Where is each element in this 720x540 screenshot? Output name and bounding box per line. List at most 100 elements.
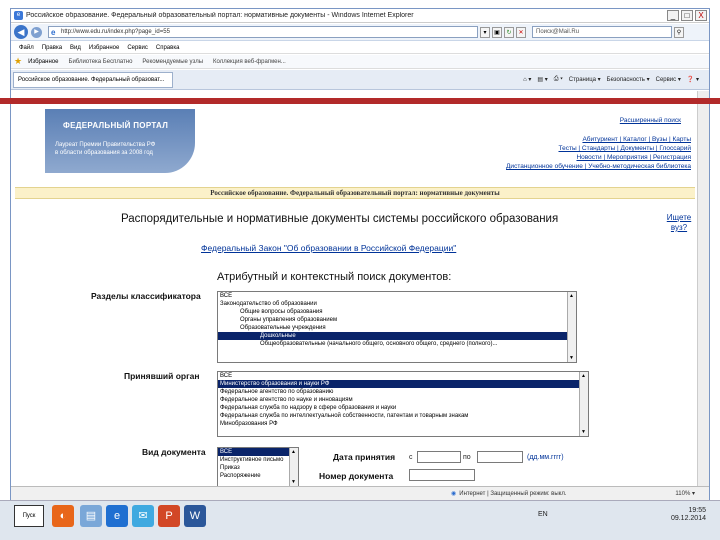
- system-clock[interactable]: 19:55 09.12.2014: [671, 507, 706, 523]
- address-bar: ◀ ▶ http://www.edu.ru/index.php?page_id=…: [11, 24, 709, 41]
- org-option[interactable]: Федеральное агентство по образованию: [218, 388, 588, 396]
- favorites-item-webslices[interactable]: Коллекция веб-фрагмен...: [213, 59, 286, 65]
- back-button[interactable]: ◀: [14, 25, 28, 39]
- classifier-label: Разделы классификатора: [91, 291, 201, 301]
- window-title: Российское образование. Федеральный обра…: [26, 12, 414, 19]
- portal-nav-links: Абитуриент | Каталог | Вузы | Карты Тест…: [506, 135, 691, 171]
- favorites-item-suggested[interactable]: Рекомендуемые узлы: [142, 59, 203, 65]
- org-option[interactable]: ВСЕ: [218, 372, 588, 380]
- doctype-option[interactable]: Распоряжение: [218, 472, 298, 480]
- print-icon[interactable]: ⎙ ▾: [554, 76, 563, 83]
- docnum-label: Номер документа: [319, 471, 394, 481]
- education-law-link[interactable]: Федеральный Закон "Об образовании в Росс…: [201, 243, 456, 253]
- menu-tools[interactable]: Сервис: [127, 45, 148, 51]
- url-dropdown-button[interactable]: ▾: [480, 26, 490, 38]
- menu-view[interactable]: Вид: [70, 45, 81, 51]
- ie-taskbar-icon[interactable]: e: [106, 505, 128, 527]
- close-button[interactable]: X: [695, 10, 707, 21]
- help-menu[interactable]: ❓ ▾: [687, 76, 699, 83]
- classifier-option[interactable]: Общие вопросы образования: [218, 308, 576, 316]
- portal-logo[interactable]: ФЕДЕРАЛЬНЫЙ ПОРТАЛ Лауреат Премии Правит…: [45, 109, 195, 173]
- compat-view-icon[interactable]: ▣: [492, 26, 502, 38]
- classifier-option[interactable]: Законодательство об образовании: [218, 300, 576, 308]
- title-bar: e Российское образование. Федеральный об…: [11, 9, 709, 23]
- page-scrollbar[interactable]: [697, 91, 709, 486]
- classifier-option[interactable]: Образовательные учреждения: [218, 324, 576, 332]
- menu-help[interactable]: Справка: [156, 45, 180, 51]
- favorites-star-icon: ★: [14, 56, 23, 66]
- menu-bar: Файл Правка Вид Избранное Сервис Справка: [11, 42, 709, 54]
- safety-menu[interactable]: Безопасность ▾: [607, 76, 650, 83]
- doctype-listbox[interactable]: ВСЕ Инструктивное письмо Приказ Распоряжени…: [217, 447, 299, 486]
- explorer-icon[interactable]: ▤: [80, 505, 102, 527]
- org-option[interactable]: Федеральная служба по интеллектуальной с…: [218, 412, 588, 420]
- classifier-scrollbar[interactable]: [567, 292, 576, 362]
- classifier-option[interactable]: Дошкольные: [218, 332, 576, 340]
- tab-bar: Российское образование. Федеральный обра…: [11, 70, 709, 90]
- globe-icon: ◉: [451, 491, 457, 497]
- doctype-option[interactable]: Инструктивное письмо: [218, 456, 298, 464]
- page-menu[interactable]: Страница ▾: [569, 76, 601, 83]
- classifier-option[interactable]: ВСЕ: [218, 292, 576, 300]
- org-option[interactable]: Федеральное агентство по науке и инновац…: [218, 396, 588, 404]
- search-icon[interactable]: ⚲: [674, 26, 684, 38]
- browser-window: e Российское образование. Федеральный об…: [10, 8, 710, 500]
- date-label: Дата принятия: [333, 452, 396, 462]
- nav-links-row-4[interactable]: Дистанционное обучение | Учебно-методиче…: [506, 163, 691, 170]
- firefox-icon[interactable]: ◐: [52, 505, 74, 527]
- org-option[interactable]: Министерство образования и науки РФ: [218, 380, 588, 388]
- search-section-title: Атрибутный и контекстный поиск документо…: [217, 271, 452, 283]
- zoom-level[interactable]: 110% ▾: [675, 490, 695, 497]
- maximize-button[interactable]: □: [681, 10, 693, 21]
- date-from-input[interactable]: [417, 451, 461, 463]
- portal-header: ФЕДЕРАЛЬНЫЙ ПОРТАЛ Лауреат Премии Правит…: [15, 105, 695, 183]
- favorites-item-library[interactable]: Библиотека Бесплатно: [69, 59, 133, 65]
- nav-links-row-2[interactable]: Тесты | Стандарты | Документы | Глоссари…: [559, 145, 692, 152]
- menu-file[interactable]: Файл: [19, 45, 34, 51]
- date-to-input[interactable]: [477, 451, 523, 463]
- favorites-button[interactable]: Избранное: [28, 59, 58, 65]
- stop-icon[interactable]: ✕: [516, 26, 526, 38]
- tab-current[interactable]: Российское образование. Федеральный обра…: [13, 71, 173, 88]
- slide-red-stripe: [0, 98, 720, 104]
- nav-links-row-1[interactable]: Абитуриент | Каталог | Вузы | Карты: [582, 136, 691, 143]
- doctype-option[interactable]: ВСЕ: [218, 448, 298, 456]
- tools-menu[interactable]: Сервис ▾: [656, 76, 681, 83]
- org-listbox[interactable]: ВСЕ Министерство образования и науки РФ Фе…: [217, 371, 589, 437]
- find-university-link[interactable]: Ищете вуз?: [661, 213, 697, 233]
- logo-subtitle-1: Лауреат Премии Правительства РФ: [55, 142, 156, 148]
- classifier-option[interactable]: Общеобразовательные (начального общего, …: [218, 340, 576, 348]
- language-indicator[interactable]: EN: [538, 511, 548, 518]
- refresh-icon[interactable]: ↻: [504, 26, 514, 38]
- doctype-option[interactable]: Приказ: [218, 464, 298, 472]
- menu-edit[interactable]: Правка: [42, 45, 62, 51]
- word-icon[interactable]: W: [184, 505, 206, 527]
- logo-subtitle-2: в области образования за 2008 год: [55, 150, 153, 156]
- classifier-listbox[interactable]: ВСЕ Законодательство об образовании Общие …: [217, 291, 577, 363]
- home-icon[interactable]: ⌂ ▾: [523, 76, 531, 83]
- doctype-scrollbar[interactable]: [289, 448, 298, 486]
- security-zone-status: Интернет | Защищенный режим: выкл.: [459, 490, 567, 497]
- feeds-icon[interactable]: ▤ ▾: [537, 76, 547, 83]
- clock-date: 09.12.2014: [670, 515, 706, 522]
- url-input[interactable]: http://www.edu.ru/index.php?page_id=55: [48, 26, 478, 38]
- org-scrollbar[interactable]: [579, 372, 588, 436]
- menu-favorites[interactable]: Избранное: [89, 45, 119, 51]
- thunderbird-icon[interactable]: ✉: [132, 505, 154, 527]
- powerpoint-icon[interactable]: P: [158, 505, 180, 527]
- minimize-button[interactable]: _: [667, 10, 679, 21]
- date-to-label: по: [463, 454, 471, 461]
- logo-title: ФЕДЕРАЛЬНЫЙ ПОРТАЛ: [63, 121, 169, 130]
- advanced-search-link[interactable]: Расширенный поиск: [620, 117, 681, 124]
- date-format-hint: (дд.мм.гггг): [527, 454, 564, 461]
- ie-icon: e: [14, 11, 23, 20]
- org-option[interactable]: Минобразования РФ: [218, 420, 588, 428]
- org-option[interactable]: Федеральная служба по надзору в сфере об…: [218, 404, 588, 412]
- docnum-input[interactable]: [409, 469, 475, 481]
- classifier-option[interactable]: Органы управления образованием: [218, 316, 576, 324]
- forward-button[interactable]: ▶: [31, 26, 42, 38]
- nav-links-row-3[interactable]: Новости | Мероприятия | Регистрация: [576, 154, 691, 161]
- search-input[interactable]: Поиск@Mail.Ru: [532, 26, 672, 38]
- date-from-label: с: [409, 454, 413, 461]
- start-button[interactable]: Пуск: [14, 505, 44, 527]
